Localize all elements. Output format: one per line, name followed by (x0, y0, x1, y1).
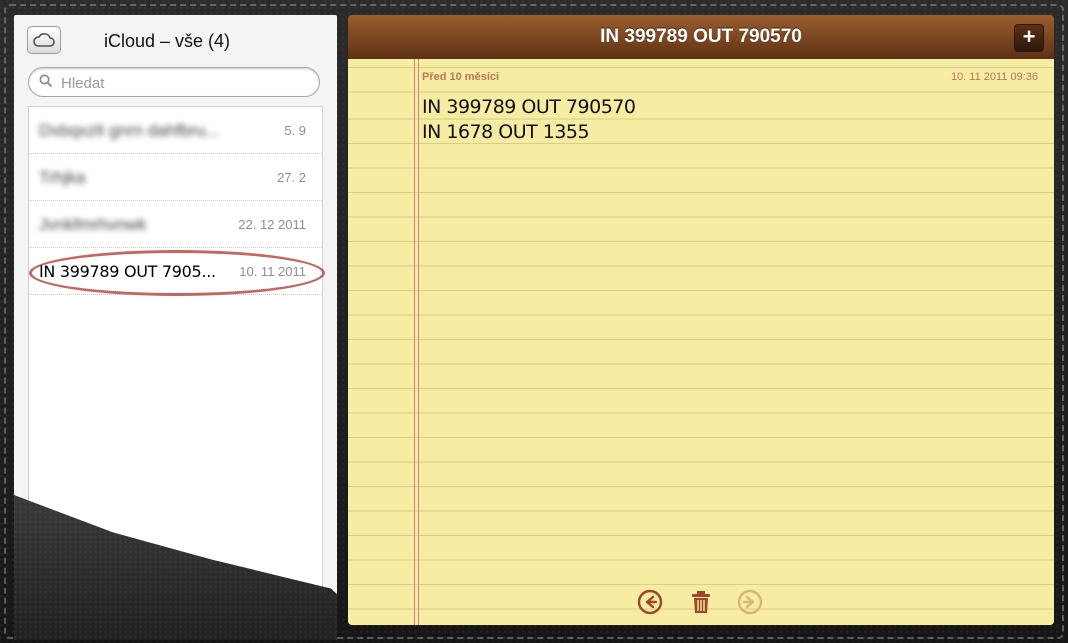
note-item-title: Jvnkfmrhvnwk (39, 215, 147, 234)
sidebar-header: iCloud – vše (4) (14, 15, 337, 67)
list-item[interactable]: Jvnkfmrhvnwk 22. 12 2011 (29, 201, 322, 248)
note-paper[interactable]: Před 10 měsíci 10. 11 2011 09:36 IN 3997… (348, 59, 1054, 625)
add-note-button[interactable]: + (1014, 24, 1044, 52)
note-item-date: 10. 11 2011 (239, 264, 306, 279)
sidebar-title: iCloud – vše (4) (104, 31, 231, 51)
cloud-icon (33, 33, 55, 47)
note-item-title: IN 399789 OUT 7905... (39, 262, 216, 281)
note-item-date: 5. 9 (284, 123, 306, 138)
notes-sidebar: iCloud – vše (4) Dxbqxzlt gnrn dahfbru..… (14, 15, 337, 640)
note-item-title: Trhjka (39, 168, 86, 187)
search-field[interactable] (28, 67, 320, 97)
list-item-selected[interactable]: IN 399789 OUT 7905... 10. 11 2011 (29, 248, 325, 296)
search-icon (39, 74, 53, 88)
note-toolbar (348, 587, 1054, 617)
note-title: IN 399789 OUT 790570 (600, 26, 802, 47)
trash-icon[interactable] (688, 589, 714, 615)
accounts-button[interactable] (27, 26, 61, 54)
note-item-title: Dxbqxzlt gnrn dahfbru... (39, 121, 220, 140)
note-panel: IN 399789 OUT 790570 + Před 10 měsíci 10… (348, 15, 1054, 625)
list-item[interactable]: Dxbqxzlt gnrn dahfbru... 5. 9 (29, 107, 322, 154)
note-body[interactable]: IN 399789 OUT 790570 IN 1678 OUT 1355 (422, 95, 636, 145)
note-line: IN 1678 OUT 1355 (422, 121, 590, 143)
note-item-date: 22. 12 2011 (238, 217, 306, 232)
note-header: IN 399789 OUT 790570 + (348, 15, 1054, 60)
list-item[interactable]: Trhjka 27. 2 (29, 154, 322, 201)
note-timestamp: 10. 11 2011 09:36 (950, 71, 1038, 83)
forward-arrow-icon[interactable] (737, 589, 763, 615)
margin-line (414, 59, 419, 625)
search-input[interactable] (59, 72, 313, 94)
note-item-date: 27. 2 (277, 170, 306, 185)
note-age: Před 10 měsíci (422, 71, 500, 83)
back-arrow-icon[interactable] (637, 589, 663, 615)
note-line: IN 399789 OUT 790570 (422, 96, 636, 118)
